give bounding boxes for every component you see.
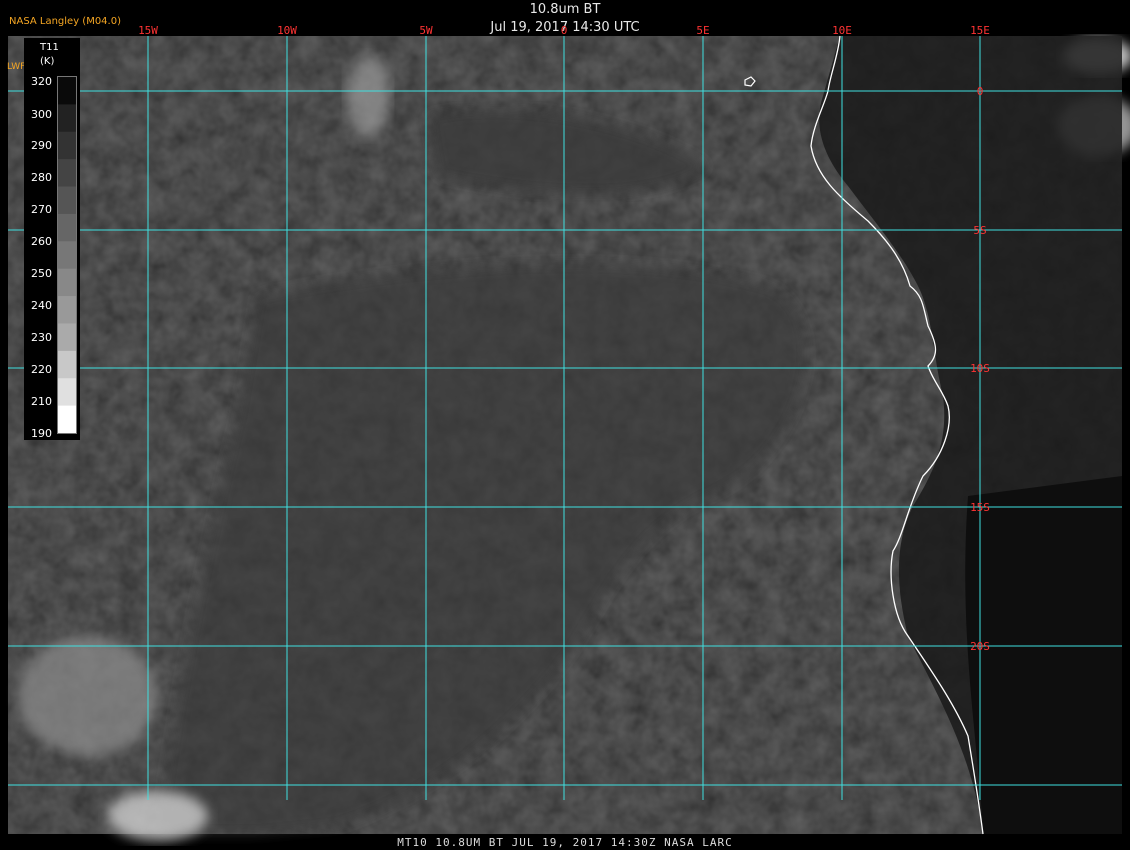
legend-tick-label: 270 xyxy=(31,203,52,216)
colorbar-legend: T11 (K) 320 300 290 280 270 260 250 240 230 220 21… xyxy=(24,38,80,440)
colorbar-swatch xyxy=(58,241,76,270)
longitude-label: 5W xyxy=(419,24,433,37)
colorbar-swatch xyxy=(58,350,76,379)
colorbar-swatch xyxy=(58,378,76,407)
image-title: 10.8um BT xyxy=(529,2,601,17)
colorbar-swatch xyxy=(58,77,76,105)
legend-tick-label: 260 xyxy=(31,235,52,248)
legend-tick-label: 250 xyxy=(31,267,52,280)
longitude-label: 10E xyxy=(832,24,852,37)
longitude-label: 15W xyxy=(138,24,158,37)
satellite-map[interactable]: 15W 10W 5W 0 5E 10E 15E 0 5S 10S 15S 20S xyxy=(8,24,1130,841)
colorbar xyxy=(57,76,77,434)
legend-tick-label: 220 xyxy=(31,363,52,376)
colorbar-swatch xyxy=(58,104,76,133)
high-cloud-south xyxy=(108,791,208,841)
colorbar-swatch xyxy=(58,159,76,188)
map-canvas: 15W 10W 5W 0 5E 10E 15E 0 5S 10S 15S 20S xyxy=(8,24,1130,841)
legend-tick-label: 300 xyxy=(31,108,52,121)
latitude-label: 20S xyxy=(970,640,990,653)
colorbar-swatch xyxy=(58,405,76,433)
legend-tick-label: 290 xyxy=(31,139,52,152)
high-cloud-southwest xyxy=(18,636,158,756)
colorbar-swatch xyxy=(58,131,76,160)
latitude-label: 5S xyxy=(973,224,986,237)
footer-caption: MT10 10.8UM BT JUL 19, 2017 14:30Z NASA … xyxy=(397,836,733,849)
latitude-label: 15S xyxy=(970,501,990,514)
legend-tick-label: 320 xyxy=(31,75,52,88)
longitude-label: 15E xyxy=(970,24,990,37)
latitude-label: 0 xyxy=(977,85,984,98)
longitude-label: 5E xyxy=(696,24,709,37)
legend-tick-label: 280 xyxy=(31,171,52,184)
legend-unit-name: T11 xyxy=(40,42,59,53)
colorbar-swatch xyxy=(58,268,76,297)
source-label: NASA Langley (M04.0) xyxy=(9,16,121,27)
latitude-label: 10S xyxy=(970,362,990,375)
longitude-label: 0 xyxy=(561,24,568,37)
namib-desert xyxy=(965,476,1122,834)
legend-tick-label: 230 xyxy=(31,331,52,344)
legend-unit: (K) xyxy=(40,56,55,67)
colorbar-swatch xyxy=(58,323,76,352)
high-cloud-north xyxy=(346,56,390,136)
colorbar-swatch xyxy=(58,296,76,324)
legend-tick-label: 210 xyxy=(31,395,52,408)
longitude-label: 10W xyxy=(277,24,297,37)
colorbar-swatch xyxy=(58,213,76,242)
legend-tick-label: 190 xyxy=(31,427,52,440)
colorbar-swatch xyxy=(58,186,76,215)
legend-tick-label: 240 xyxy=(31,299,52,312)
